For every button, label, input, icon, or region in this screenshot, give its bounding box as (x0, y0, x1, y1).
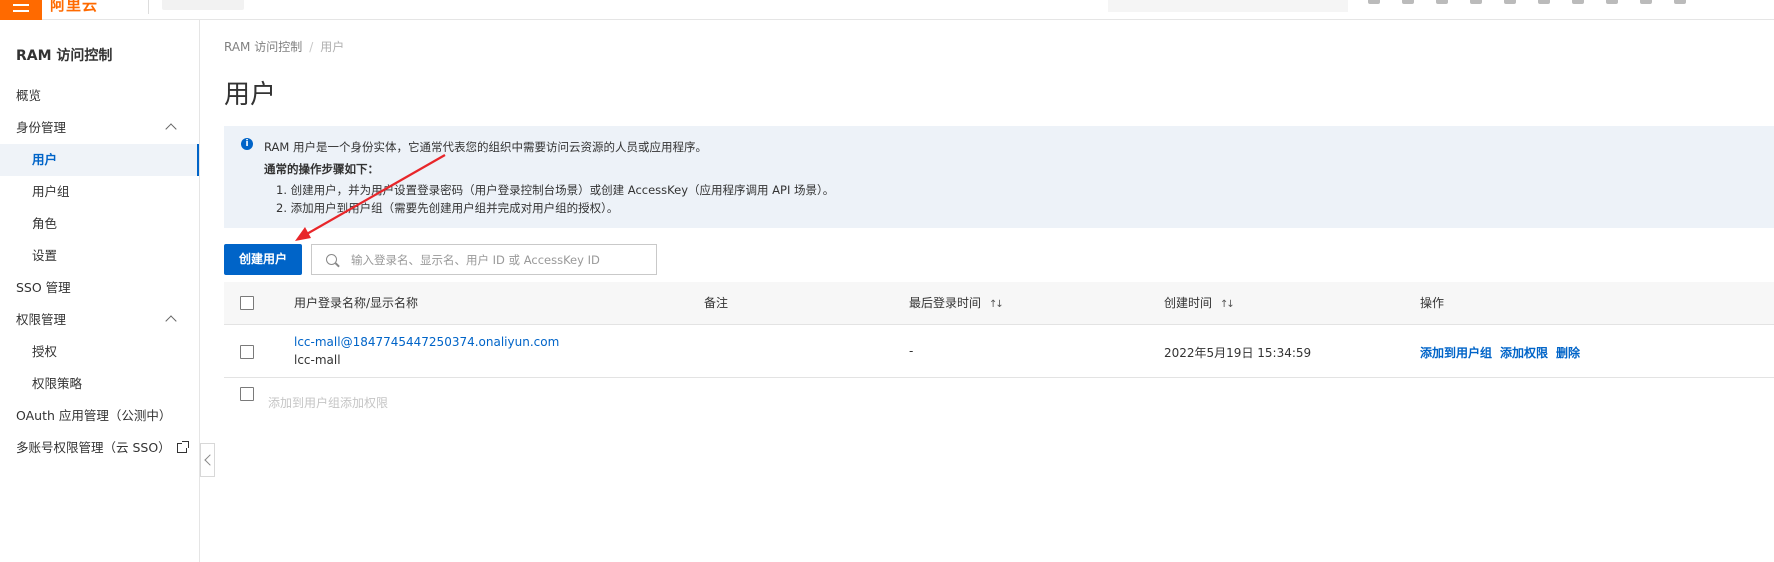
row-actions: 添加到用户组 添加权限 删除 (1420, 344, 1588, 361)
user-last-login: - (909, 344, 914, 358)
sidebar-title: RAM 访问控制 (16, 48, 113, 64)
top-navbar: 阿里云 (0, 0, 1774, 20)
sidebar-group-permissions[interactable]: 权限管理 (0, 304, 199, 336)
sort-icon[interactable]: ↑↓ (989, 283, 1004, 326)
info-description: RAM 用户是一个身份实体，它通常代表您的组织中需要访问云资源的人员或应用程序。 (264, 140, 707, 154)
add-to-group-link[interactable]: 添加到用户组 (1420, 346, 1492, 360)
batch-select-checkbox[interactable] (240, 387, 254, 401)
info-step-1: 1. 创建用户，并为用户设置登录密码（用户登录控制台场景）或创建 AccessK… (276, 183, 835, 197)
user-search-box[interactable] (311, 244, 657, 275)
sidebar-item-label: 用户组 (32, 184, 70, 199)
sidebar: RAM 访问控制 概览 身份管理 用户 用户组 角色 设置 SSO 管理 权限管… (0, 20, 200, 562)
sidebar-item-label: 概览 (16, 88, 42, 103)
column-header-note: 备注 (704, 296, 729, 310)
column-header-last-login[interactable]: 最后登录时间 ↑↓ (909, 282, 1004, 326)
breadcrumb-separator: / (309, 40, 314, 54)
sidebar-item-overview[interactable]: 概览 (0, 80, 199, 112)
breadcrumb-current: 用户 (320, 40, 345, 54)
chevron-up-icon (165, 123, 177, 135)
topbar-link-icon[interactable] (1470, 0, 1482, 4)
sidebar-item-label: 权限管理 (16, 312, 67, 327)
sidebar-item-label: 身份管理 (16, 120, 67, 135)
topbar-icons (1368, 0, 1686, 6)
sidebar-item-user-groups[interactable]: 用户组 (0, 176, 199, 208)
info-banner: i RAM 用户是一个身份实体，它通常代表您的组织中需要访问云资源的人员或应用程… (224, 126, 1774, 228)
add-permission-link[interactable]: 添加权限 (1500, 346, 1548, 360)
table-header: 用户登录名称/显示名称 备注 最后登录时间 ↑↓ 创建时间 ↑↓ 操作 (224, 282, 1774, 325)
table-row: lcc-mall@1847745447250374.onaliyun.com l… (224, 325, 1774, 378)
sidebar-item-label: 用户 (32, 152, 58, 167)
sidebar-item-policies[interactable]: 权限策略 (0, 368, 199, 400)
global-search-bar[interactable] (1108, 0, 1348, 12)
chevron-up-icon (165, 315, 177, 327)
column-header-name: 用户登录名称/显示名称 (294, 296, 419, 310)
sidebar-item-sso[interactable]: SSO 管理 (0, 272, 199, 304)
info-icon: i (241, 138, 253, 150)
create-user-button[interactable]: 创建用户 (224, 244, 302, 275)
search-icon (326, 254, 337, 265)
sidebar-item-cloud-sso[interactable]: 多账号权限管理（云 SSO） (0, 432, 199, 464)
batch-add-to-group-button[interactable]: 添加到用户组 (268, 394, 340, 411)
sidebar-item-label: 权限策略 (32, 376, 83, 391)
settings-icon[interactable] (1674, 0, 1686, 4)
sidebar-item-roles[interactable]: 角色 (0, 208, 199, 240)
brand-logo[interactable]: 阿里云 (50, 0, 98, 15)
topbar-link-icon[interactable] (1368, 0, 1380, 4)
breadcrumb-root[interactable]: RAM 访问控制 (224, 40, 302, 54)
sidebar-item-grants[interactable]: 授权 (0, 336, 199, 368)
user-search-input[interactable] (351, 245, 651, 274)
info-steps-heading: 通常的操作步骤如下： (264, 162, 379, 176)
delete-user-link[interactable]: 删除 (1556, 346, 1580, 360)
column-header-label: 创建时间 (1164, 296, 1213, 310)
help-icon[interactable] (1606, 0, 1618, 4)
topbar-link-icon[interactable] (1504, 0, 1516, 4)
sidebar-item-label: 角色 (32, 216, 58, 231)
column-header-label: 最后登录时间 (909, 296, 982, 310)
user-created-time: 2022年5月19日 15:34:59 (1164, 346, 1312, 360)
select-all-checkbox[interactable] (240, 296, 254, 310)
main-content: RAM 访问控制 / 用户 用户 i RAM 用户是一个身份实体，它通常代表您的组织… (200, 20, 1774, 562)
column-header-ops: 操作 (1420, 296, 1445, 310)
sidebar-item-settings[interactable]: 设置 (0, 240, 199, 272)
sidebar-item-users[interactable]: 用户 (0, 144, 199, 176)
notification-icon[interactable] (1538, 0, 1550, 4)
breadcrumb: RAM 访问控制 / 用户 (224, 38, 344, 55)
sidebar-item-label: 授权 (32, 344, 58, 359)
sidebar-item-oauth[interactable]: OAuth 应用管理（公测中） (0, 400, 199, 432)
cart-icon[interactable] (1640, 0, 1652, 4)
sidebar-item-label: 多账号权限管理（云 SSO） (16, 440, 171, 455)
row-checkbox[interactable] (240, 345, 254, 359)
column-header-created[interactable]: 创建时间 ↑↓ (1164, 282, 1235, 326)
sidebar-item-label: OAuth 应用管理（公测中） (16, 408, 172, 423)
topbar-link-icon[interactable] (1402, 0, 1414, 4)
user-login-name-link[interactable]: lcc-mall@1847745447250374.onaliyun.com (294, 335, 559, 349)
topbar-divider (148, 0, 149, 14)
sidebar-item-label: 设置 (32, 248, 58, 263)
sort-icon[interactable]: ↑↓ (1220, 283, 1235, 326)
batch-add-permission-button[interactable]: 添加权限 (340, 394, 388, 411)
info-step-2: 2. 添加用户到用户组（需要先创建用户组并完成对用户组的授权）。 (276, 201, 619, 215)
page-title: 用户 (224, 80, 277, 110)
workbench-switcher[interactable] (162, 0, 244, 10)
sidebar-group-identity[interactable]: 身份管理 (0, 112, 199, 144)
topbar-link-icon[interactable] (1436, 0, 1448, 4)
external-link-icon (176, 441, 189, 453)
screen-icon[interactable] (1572, 0, 1584, 4)
user-display-name: lcc-mall (294, 353, 341, 367)
menu-toggle-button[interactable] (0, 0, 42, 20)
sidebar-item-label: SSO 管理 (16, 280, 71, 295)
